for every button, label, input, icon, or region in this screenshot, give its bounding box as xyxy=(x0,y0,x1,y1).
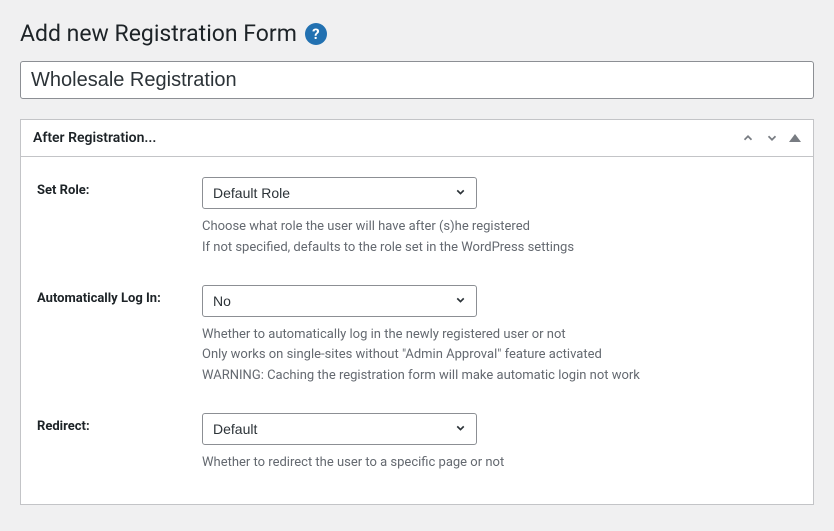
form-name-input[interactable] xyxy=(20,61,814,99)
move-up-icon[interactable] xyxy=(741,131,755,145)
auto-login-select[interactable]: No xyxy=(202,285,477,317)
page-title: Add new Registration Form xyxy=(20,20,297,47)
help-icon[interactable]: ? xyxy=(305,23,327,45)
auto-login-desc1: Whether to automatically log in the newl… xyxy=(202,325,797,346)
set-role-label: Set Role: xyxy=(37,177,202,198)
auto-login-desc3: WARNING: Caching the registration form w… xyxy=(202,366,797,387)
set-role-desc1: Choose what role the user will have afte… xyxy=(202,217,797,238)
move-down-icon[interactable] xyxy=(765,131,779,145)
collapse-icon[interactable] xyxy=(789,134,801,142)
redirect-desc1: Whether to redirect the user to a specif… xyxy=(202,453,797,474)
set-role-select[interactable]: Default Role xyxy=(202,177,477,209)
redirect-label: Redirect: xyxy=(37,413,202,434)
auto-login-label: Automatically Log In: xyxy=(37,285,202,306)
metabox-title: After Registration... xyxy=(33,130,156,146)
redirect-select[interactable]: Default xyxy=(202,413,477,445)
after-registration-metabox: After Registration... Set Role: Default … xyxy=(20,119,814,505)
auto-login-desc2: Only works on single-sites without "Admi… xyxy=(202,345,797,366)
metabox-header: After Registration... xyxy=(21,120,813,157)
set-role-desc2: If not specified, defaults to the role s… xyxy=(202,238,797,259)
